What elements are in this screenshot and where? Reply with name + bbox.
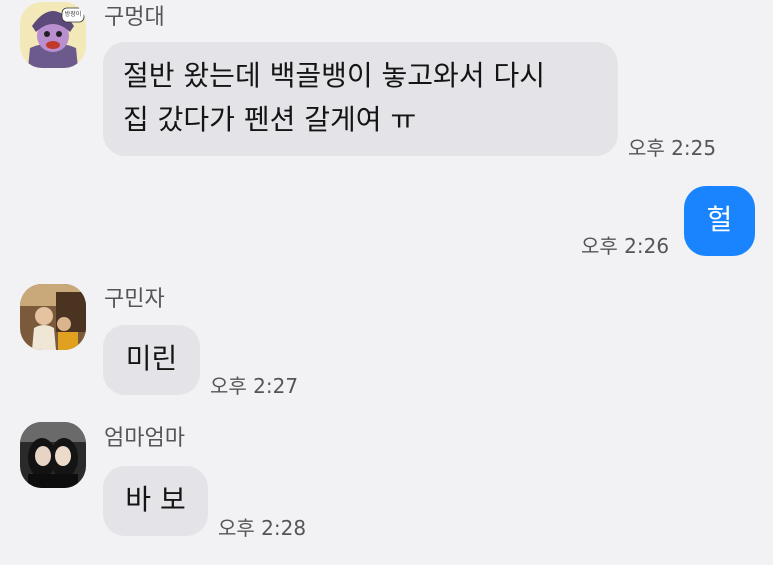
- sender-avatar[interactable]: 방장이: [20, 2, 86, 68]
- message-timestamp: 오후 2:28: [218, 516, 307, 540]
- incoming-message-bubble[interactable]: 바 보: [103, 466, 208, 536]
- photo-avatar-icon: [20, 422, 86, 488]
- incoming-message-bubble[interactable]: 절반 왔는데 백골뱅이 놓고와서 다시 집 갔다가 펜션 갈게여 ㅠ: [103, 42, 618, 156]
- message-text-line: 바 보: [125, 483, 186, 516]
- message-text-line: 절반 왔는데 백골뱅이 놓고와서 다시: [123, 59, 546, 92]
- outgoing-message-bubble[interactable]: 헐: [684, 186, 755, 256]
- incoming-message-bubble[interactable]: 미린: [103, 325, 200, 395]
- message-timestamp: 오후 2:25: [628, 136, 717, 160]
- sender-name: 구멍대: [104, 5, 165, 30]
- message-text-line: 헐: [706, 203, 733, 236]
- message-timestamp: 오후 2:26: [581, 234, 670, 258]
- sender-name: 엄마엄마: [104, 426, 185, 451]
- message-text-line: 미린: [125, 342, 178, 375]
- sender-avatar[interactable]: [20, 284, 86, 350]
- message-text-line: 집 갔다가 펜션 갈게여 ㅠ: [123, 103, 417, 136]
- message-timestamp: 오후 2:27: [210, 374, 299, 398]
- sender-name: 구민자: [104, 287, 165, 312]
- avatar-badge-text: 방장이: [64, 11, 82, 18]
- sender-avatar[interactable]: [20, 422, 86, 488]
- photo-avatar-icon: [20, 284, 86, 350]
